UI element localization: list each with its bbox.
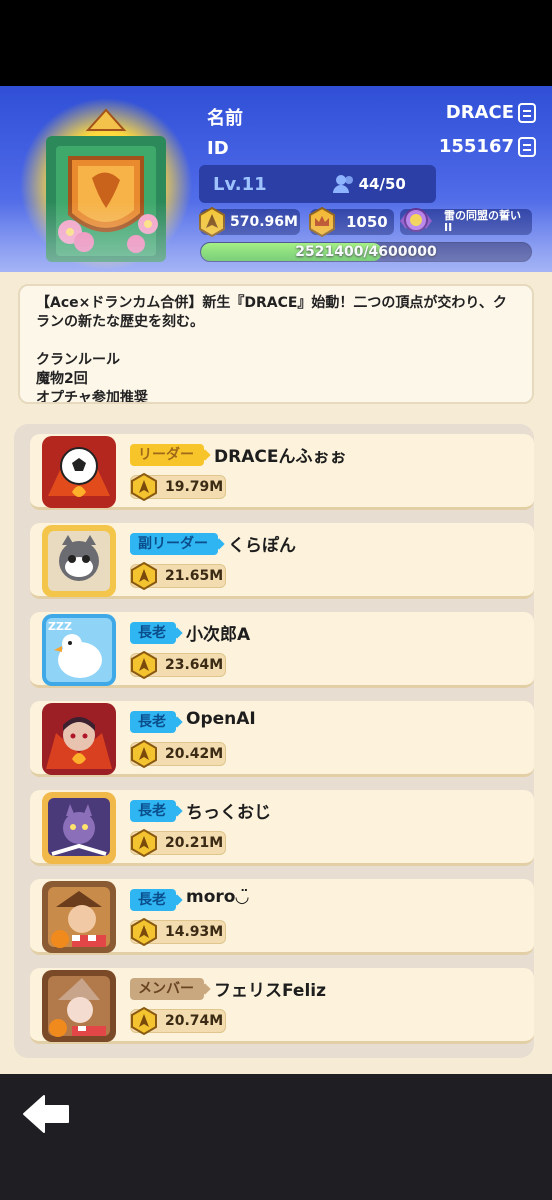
clan-header: 名前 ID DRACE 155167 Lv.11 44/50 570.96M 1…	[0, 86, 552, 272]
member-row[interactable]: 副リーダー くらぽん 21.65M	[30, 523, 534, 599]
power-icon	[131, 561, 157, 591]
members-icon	[332, 175, 355, 193]
copy-id-icon[interactable]	[518, 136, 536, 157]
clan-xp-bar: 2521400/4600000	[200, 242, 532, 262]
farmer-avatar[interactable]	[42, 881, 116, 953]
role-tag: 長老	[130, 889, 176, 911]
member-power-value: 19.79M	[165, 479, 224, 495]
clan-power-stat: 570.96M	[199, 206, 300, 238]
clan-description[interactable]: 【Ace×ドランカム合併】新生『DRACE』始動！二つの頂点が交わり、クランの新…	[18, 284, 534, 404]
description-text: 【Ace×ドランカム合併】新生『DRACE』始動！二つの頂点が交わり、クランの新…	[36, 295, 507, 404]
clan-name-row: DRACE	[446, 102, 536, 123]
member-count: 44/50	[358, 175, 406, 193]
oath-label: 雷の同盟の誓い II	[400, 209, 532, 235]
member-name: 小次郎A	[186, 625, 251, 645]
witch-avatar[interactable]	[42, 970, 116, 1042]
member-power-value: 20.74M	[165, 1013, 224, 1029]
member-name: くらぽん	[228, 536, 296, 556]
power-icon	[131, 828, 157, 858]
member-power-value: 20.21M	[165, 835, 224, 851]
oath-medal-icon	[400, 208, 432, 232]
member-power: 21.65M	[130, 561, 226, 591]
member-power: 20.74M	[130, 1006, 226, 1036]
back-arrow-icon[interactable]	[20, 1092, 72, 1136]
witch-avatar-art	[42, 970, 116, 1042]
member-power: 14.93M	[130, 917, 226, 947]
member-power: 20.21M	[130, 828, 226, 858]
member-row[interactable]: リーダー DRACEんふぉぉ 19.79M	[30, 434, 534, 510]
power-icon	[131, 650, 157, 680]
power-icon	[131, 1006, 157, 1036]
clan-crowns: 1050	[310, 209, 394, 235]
member-name: moro◡̈	[186, 887, 249, 907]
role-tag: 長老	[130, 711, 176, 733]
raccoon-avatar[interactable]	[42, 525, 116, 597]
member-name: ちっくおじ	[186, 803, 271, 823]
clan-power: 570.96M	[200, 209, 300, 235]
clan-id: 155167	[438, 136, 514, 157]
cat-avatar-art	[42, 792, 116, 864]
soccer-avatar-art	[42, 436, 116, 508]
member-power-value: 23.64M	[165, 657, 224, 673]
raccoon-avatar-art	[42, 525, 116, 597]
id-label: ID	[207, 138, 229, 159]
vampire-avatar-art	[42, 703, 116, 775]
member-row[interactable]: 長老 OpenAI 20.42M	[30, 701, 534, 777]
penguin-avatar-art: ZZZ	[42, 614, 116, 686]
description-section: 【Ace×ドランカム合併】新生『DRACE』始動！二つの頂点が交わり、クランの新…	[0, 272, 552, 414]
member-name: OpenAI	[186, 709, 256, 729]
member-row[interactable]: メンバー フェリスFeliz 20.74M	[30, 968, 534, 1044]
member-power-value: 14.93M	[165, 924, 224, 940]
role-tag: 長老	[130, 622, 176, 644]
member-row[interactable]: 長老 ちっくおじ 20.21M	[30, 790, 534, 866]
xp-text: 2521400/4600000	[295, 244, 437, 260]
power-icon	[199, 206, 225, 238]
clan-name: DRACE	[445, 102, 514, 123]
member-name: フェリスFeliz	[214, 981, 327, 1001]
role-tag: 長老	[130, 800, 176, 822]
clan-emblem	[20, 98, 192, 270]
clan-crown-stat: 1050	[309, 206, 394, 238]
vampire-avatar[interactable]	[42, 703, 116, 775]
cat-avatar[interactable]	[42, 792, 116, 864]
clan-level: Lv.11	[213, 173, 267, 195]
level-panel: Lv.11 44/50	[199, 165, 436, 203]
status-bar	[0, 0, 552, 86]
member-list-section: リーダー DRACEんふぉぉ 19.79M 副リーダー くらぽん 21.65M ZZZ 長老小…	[0, 414, 552, 1074]
svg-text:ZZZ: ZZZ	[48, 620, 72, 633]
member-name: DRACEんふぉぉ	[214, 447, 347, 467]
member-power-value: 21.65M	[165, 568, 224, 584]
member-list[interactable]: リーダー DRACEんふぉぉ 19.79M 副リーダー くらぽん 21.65M ZZZ 長老小…	[14, 424, 534, 1058]
member-power-value: 20.42M	[165, 746, 224, 762]
role-tag: リーダー	[130, 444, 204, 466]
farmer-avatar-art	[42, 881, 116, 953]
power-icon	[131, 472, 157, 502]
crown-icon	[309, 206, 335, 238]
clan-oath-stat[interactable]: 雷の同盟の誓い II	[400, 208, 532, 236]
penguin-avatar[interactable]: ZZZ	[42, 614, 116, 686]
member-power: 20.42M	[130, 739, 226, 769]
role-tag: 副リーダー	[130, 533, 218, 555]
clan-id-row: 155167	[439, 136, 536, 157]
name-label: 名前	[207, 108, 243, 129]
member-row[interactable]: ZZZ 長老 小次郎A 23.64M	[30, 612, 534, 688]
xp-fill	[201, 243, 382, 261]
copy-icon[interactable]	[518, 102, 536, 123]
power-icon	[131, 739, 157, 769]
role-tag: メンバー	[130, 978, 204, 1000]
member-power: 23.64M	[130, 650, 226, 680]
soccer-avatar[interactable]	[42, 436, 116, 508]
bottom-nav	[0, 1074, 552, 1200]
member-power: 19.79M	[130, 472, 226, 502]
power-icon	[131, 917, 157, 947]
member-row[interactable]: 長老 moro◡̈ 14.93M	[30, 879, 534, 955]
